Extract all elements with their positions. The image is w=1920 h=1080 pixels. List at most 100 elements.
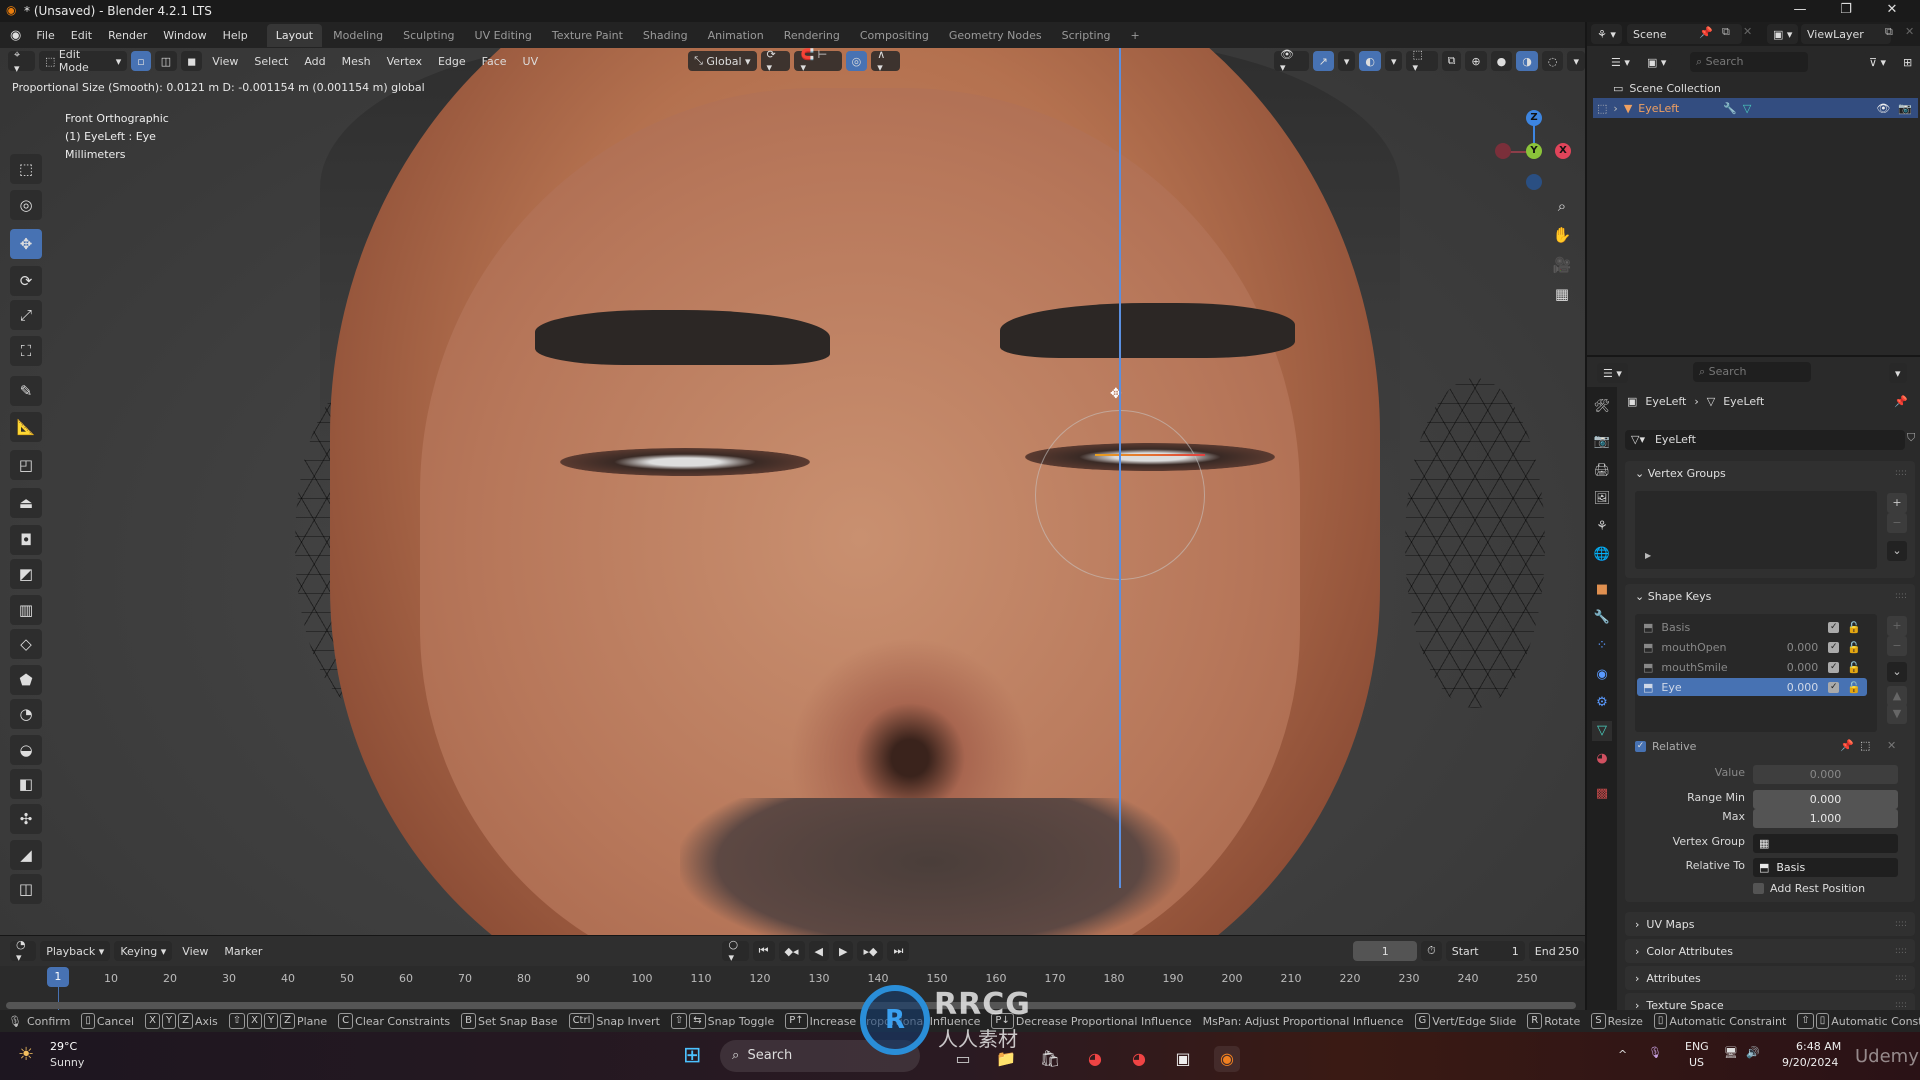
tab-render-icon[interactable]: 📷	[1592, 432, 1612, 452]
weather-desc[interactable]: Sunny	[50, 1056, 84, 1069]
add-shape-key-button[interactable]: +	[1887, 616, 1907, 636]
new-view-layer-icon[interactable]: ⧉	[1885, 25, 1893, 39]
gizmo-dropdown[interactable]: ▾	[1337, 51, 1356, 71]
gizmo-toggle[interactable]: ↗	[1312, 51, 1334, 71]
menu-render[interactable]: Render	[101, 26, 154, 45]
scene-collection-row[interactable]: ▭ Scene Collection	[1587, 78, 1920, 98]
tool-add-cube-icon[interactable]: ◰	[10, 450, 42, 480]
mesh-data-icon[interactable]: ▽	[1743, 102, 1751, 115]
view-layer-selector[interactable]: ViewLayer	[1801, 24, 1891, 44]
volume-icon[interactable]: 🔊	[1746, 1046, 1760, 1059]
outliner-search-input[interactable]: ⌕ Search	[1690, 52, 1808, 72]
overlays-toggle[interactable]: ◐	[1359, 51, 1381, 71]
menu-vertex[interactable]: Vertex	[381, 55, 428, 68]
tool-poly-build-icon[interactable]: ⬟	[10, 665, 42, 695]
face-select-button[interactable]: ◼	[181, 51, 203, 71]
tool-extrude-icon[interactable]: ⏏	[10, 488, 42, 518]
panel-uv-maps[interactable]: › UV Maps::::	[1625, 912, 1915, 936]
proportional-edit-toggle[interactable]: ◎	[845, 51, 868, 71]
weather-icon[interactable]: ☀	[18, 1044, 34, 1065]
filter-view-dropdown[interactable]: ▣ ▾	[1641, 52, 1673, 72]
tab-animation[interactable]: Animation	[699, 24, 773, 47]
mesh-name-field[interactable]: ▽▾ EyeLeft	[1625, 430, 1905, 450]
delete-view-layer-icon[interactable]: ✕	[1905, 25, 1914, 38]
overlays-dropdown[interactable]: ▾	[1384, 51, 1403, 71]
relative-to-field[interactable]: ⬒ Basis	[1753, 858, 1898, 877]
language-indicator[interactable]: ENG	[1685, 1040, 1709, 1053]
panel-attributes[interactable]: › Attributes::::	[1625, 966, 1915, 990]
tool-shear-icon[interactable]: ◢	[10, 840, 42, 870]
xray-toggle[interactable]: ⧉	[1441, 51, 1462, 71]
new-scene-icon[interactable]: ⧉	[1722, 25, 1730, 39]
weather-temp[interactable]: 29°C	[50, 1040, 77, 1053]
clock-time[interactable]: 6:48 AM	[1796, 1040, 1841, 1053]
orientation-dropdown[interactable]: ⤡ Global ▾	[688, 51, 757, 71]
tool-push-pull-icon[interactable]: ✣	[10, 804, 42, 834]
value-field[interactable]: 0.000	[1753, 765, 1898, 784]
add-vertex-group-button[interactable]: +	[1887, 493, 1907, 513]
pin-icon[interactable]: 📌	[1894, 395, 1908, 408]
outliner-row-eyeleft[interactable]: ⬚ › ▼ EyeLeft 🔧 ▽ 👁 📷	[1593, 98, 1918, 118]
vertex-group-specials-button[interactable]: ⌄	[1887, 541, 1907, 561]
panel-header[interactable]: › Color Attributes::::	[1625, 939, 1915, 963]
clock-date[interactable]: 9/20/2024	[1782, 1056, 1838, 1069]
region-indicator[interactable]: US	[1689, 1056, 1704, 1069]
tab-output-icon[interactable]: 🖨	[1592, 461, 1612, 481]
move-up-button[interactable]: ▲	[1887, 686, 1907, 706]
tab-modifiers-icon[interactable]: 🔧	[1592, 608, 1612, 628]
3d-viewport[interactable]: ✥ ⌖ ▾ ⬚ Edit Mode ▾ ▫ ◫ ◼ View Select Ad…	[0, 48, 1585, 935]
add-rest-position-checkbox[interactable]: Add Rest Position	[1753, 882, 1865, 895]
menu-face[interactable]: Face	[476, 55, 513, 68]
edge-select-button[interactable]: ◫	[154, 51, 178, 71]
remove-shape-key-button[interactable]: −	[1887, 636, 1907, 656]
lock-icon[interactable]: 🔓	[1847, 641, 1861, 654]
move-down-button[interactable]: ▼	[1887, 704, 1907, 724]
tab-uv-editing[interactable]: UV Editing	[466, 24, 541, 47]
tool-bevel-icon[interactable]: ◩	[10, 559, 42, 589]
shape-key-row[interactable]: ⬒ Basis ✓ 🔓	[1637, 618, 1867, 636]
shape-key-mute-checkbox[interactable]: ✓	[1828, 681, 1840, 693]
fake-user-shield-icon[interactable]: ⛉	[1907, 431, 1915, 445]
shape-key-row[interactable]: ⬒ mouthOpen 0.000 ✓ 🔓	[1637, 638, 1867, 656]
blender-taskbar-icon[interactable]: ◉	[1214, 1046, 1240, 1072]
close-button[interactable]: ✕	[1869, 0, 1915, 22]
properties-search-input[interactable]: ⌕ Search	[1693, 362, 1811, 382]
menu-file[interactable]: File	[29, 26, 61, 45]
tool-smooth-icon[interactable]: ◒	[10, 735, 42, 765]
clear-shape-keys-icon[interactable]: ✕	[1887, 739, 1896, 752]
panel-color-attributes[interactable]: › Color Attributes::::	[1625, 939, 1915, 963]
delete-scene-icon[interactable]: ✕	[1743, 25, 1752, 38]
filter-dropdown[interactable]: ⊽ ▾	[1863, 52, 1893, 72]
shape-key-row[interactable]: ⬒ mouthSmile 0.000 ✓ 🔓	[1637, 658, 1867, 676]
tab-world-icon[interactable]: 🌐	[1592, 545, 1612, 565]
microphone-icon[interactable]: 🎙	[1648, 1046, 1662, 1059]
solid-shading-button[interactable]: ●	[1490, 51, 1513, 71]
menu-edit[interactable]: Edit	[64, 26, 99, 45]
camera-view-icon[interactable]: 🎥	[1548, 251, 1576, 279]
tool-spin-icon[interactable]: ◔	[10, 699, 42, 729]
current-frame-indicator[interactable]: 1	[46, 967, 69, 987]
shape-key-specials-button[interactable]: ⌄	[1887, 662, 1907, 682]
relative-checkbox[interactable]: ✓ Relative	[1635, 740, 1696, 753]
vertex-select-button[interactable]: ▫	[131, 51, 151, 71]
gizmo-x[interactable]: X	[1555, 143, 1571, 159]
tab-geometry-nodes[interactable]: Geometry Nodes	[940, 24, 1051, 47]
tab-scripting[interactable]: Scripting	[1053, 24, 1120, 47]
lock-icon[interactable]: 🔓	[1847, 681, 1861, 694]
tab-scene-icon[interactable]: ⚘	[1592, 517, 1612, 537]
transform-pivot-icon[interactable]: ⌖ ▾	[8, 48, 35, 75]
gizmo-neg-z[interactable]	[1526, 174, 1542, 190]
lock-icon[interactable]: 🔓	[1847, 621, 1861, 634]
shape-key-value[interactable]: 0.000	[1787, 641, 1819, 654]
network-icon[interactable]: 🖥	[1724, 1046, 1738, 1059]
tab-texture-icon[interactable]: ▩	[1592, 784, 1612, 804]
tab-compositing[interactable]: Compositing	[851, 24, 938, 47]
tab-layout[interactable]: Layout	[266, 23, 323, 47]
menu-select[interactable]: Select	[248, 55, 294, 68]
add-workspace-button[interactable]: +	[1122, 24, 1149, 47]
maximize-button[interactable]: ❐	[1823, 0, 1869, 22]
render-camera-icon[interactable]: 📷	[1898, 102, 1912, 115]
shading-options-dropdown[interactable]: ▾	[1567, 51, 1585, 71]
tool-transform-icon[interactable]: ⛶	[10, 336, 42, 366]
tray-overflow-icon[interactable]: ^	[1618, 1048, 1627, 1061]
